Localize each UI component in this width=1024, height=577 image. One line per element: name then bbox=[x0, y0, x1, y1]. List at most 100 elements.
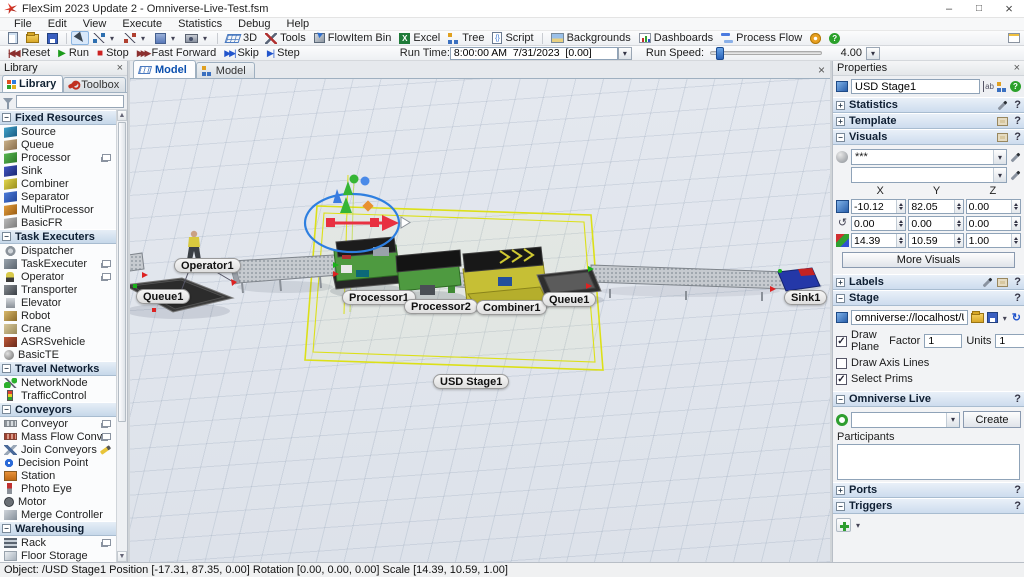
open-model-button[interactable] bbox=[22, 31, 43, 45]
session-combo[interactable] bbox=[851, 412, 960, 428]
library-item-trafficcontrol[interactable]: TrafficControl bbox=[0, 389, 116, 402]
scroll-down-icon[interactable] bbox=[117, 551, 127, 562]
scale-z-stepper[interactable] bbox=[966, 233, 1021, 248]
factor-input[interactable] bbox=[924, 334, 962, 348]
section-omniverse-live[interactable]: Omniverse Live bbox=[833, 391, 1024, 407]
collapse-icon[interactable] bbox=[836, 294, 845, 303]
help-icon[interactable] bbox=[1014, 276, 1021, 288]
label-processor2[interactable]: Processor2 bbox=[404, 299, 478, 314]
library-section-fixed-resources[interactable]: Fixed Resources bbox=[0, 110, 116, 125]
slider-thumb[interactable] bbox=[716, 47, 724, 60]
crate-icon[interactable] bbox=[997, 133, 1008, 142]
step-button[interactable]: Step bbox=[263, 46, 304, 60]
connect-center-ports-button[interactable] bbox=[120, 31, 151, 45]
library-item-elevator[interactable]: Elevator bbox=[0, 296, 116, 309]
paint-color-button[interactable] bbox=[151, 31, 181, 45]
create-session-button[interactable]: Create bbox=[963, 411, 1021, 428]
library-item-operator[interactable]: Operator bbox=[0, 270, 116, 283]
section-triggers[interactable]: Triggers bbox=[833, 498, 1024, 514]
expand-icon[interactable] bbox=[836, 117, 845, 126]
library-item-processor[interactable]: Processor bbox=[0, 151, 116, 164]
tree-button[interactable]: Tree bbox=[444, 31, 488, 45]
library-item-floor-storage[interactable]: Floor Storage bbox=[0, 549, 116, 562]
library-section-conveyors[interactable]: Conveyors bbox=[0, 402, 116, 417]
save-model-button[interactable] bbox=[43, 31, 62, 45]
section-stage[interactable]: Stage bbox=[833, 290, 1024, 306]
menu-edit[interactable]: Edit bbox=[40, 18, 75, 30]
script-button[interactable]: Script bbox=[488, 31, 537, 45]
expand-icon[interactable] bbox=[836, 486, 845, 495]
library-item-queue[interactable]: Queue bbox=[0, 138, 116, 151]
chevron-down-icon[interactable] bbox=[993, 150, 1006, 164]
section-ports[interactable]: Ports bbox=[833, 482, 1024, 498]
library-item-rack[interactable]: Rack bbox=[0, 536, 116, 549]
settings-button[interactable] bbox=[806, 31, 825, 45]
dropdown-arrow-icon[interactable] bbox=[108, 32, 116, 44]
help-button[interactable] bbox=[825, 31, 844, 45]
minimize-button[interactable] bbox=[934, 0, 964, 17]
dashboards-button[interactable]: Dashboards bbox=[635, 31, 717, 45]
3d-viewport[interactable]: Queue1 Operator1 Processor1 Processor2 C… bbox=[130, 79, 830, 562]
collapse-icon[interactable] bbox=[2, 364, 11, 373]
library-item-crane[interactable]: Crane bbox=[0, 322, 116, 335]
flowitem-bin-button[interactable]: FlowItem Bin bbox=[310, 31, 396, 45]
section-labels[interactable]: Labels bbox=[833, 274, 1024, 290]
conveyor-stub-object[interactable] bbox=[130, 253, 148, 278]
collapse-icon[interactable] bbox=[2, 113, 11, 122]
rotation-z-stepper[interactable] bbox=[966, 216, 1021, 231]
collapse-icon[interactable] bbox=[2, 405, 11, 414]
rename-icon[interactable] bbox=[983, 81, 994, 92]
eyedropper-icon[interactable] bbox=[1011, 170, 1021, 180]
library-item-dispatcher[interactable]: Dispatcher bbox=[0, 244, 116, 257]
maximize-button[interactable] bbox=[964, 0, 994, 17]
run-button[interactable]: Run bbox=[54, 46, 93, 60]
library-item-combiner[interactable]: Combiner bbox=[0, 177, 116, 190]
chevron-down-icon[interactable] bbox=[946, 413, 959, 427]
collapse-icon[interactable] bbox=[836, 395, 845, 404]
library-item-photo-eye[interactable]: Photo Eye bbox=[0, 482, 116, 495]
collapse-icon[interactable] bbox=[2, 524, 11, 533]
help-icon[interactable] bbox=[1014, 393, 1021, 405]
run-speed-dropdown[interactable] bbox=[866, 47, 880, 60]
stop-button[interactable]: Stop bbox=[93, 46, 133, 60]
label-usd-stage1[interactable]: USD Stage1 bbox=[433, 374, 509, 389]
color-combo[interactable] bbox=[851, 167, 1007, 183]
label-operator1[interactable]: Operator1 bbox=[174, 258, 241, 273]
library-section-travel-networks[interactable]: Travel Networks bbox=[0, 361, 116, 376]
participants-list[interactable] bbox=[837, 444, 1020, 480]
library-item-merge-controller[interactable]: Merge Controller bbox=[0, 508, 116, 521]
section-template[interactable]: Template bbox=[833, 113, 1024, 129]
tab-library[interactable]: Library bbox=[2, 75, 63, 92]
close-icon[interactable] bbox=[1014, 62, 1020, 74]
select-prims-checkbox[interactable] bbox=[836, 374, 847, 385]
library-section-task-executers[interactable]: Task Executers bbox=[0, 229, 116, 244]
3d-scene[interactable] bbox=[130, 79, 830, 562]
fast-forward-button[interactable]: Fast Forward bbox=[133, 46, 221, 60]
3d-view-button[interactable]: 3D bbox=[222, 31, 261, 45]
scale-y-stepper[interactable] bbox=[908, 233, 963, 248]
help-icon[interactable] bbox=[1010, 81, 1021, 92]
more-visuals-button[interactable]: More Visuals bbox=[842, 252, 1015, 268]
dropdown-arrow-icon[interactable] bbox=[169, 32, 177, 44]
crate-icon[interactable] bbox=[997, 117, 1008, 126]
skip-button[interactable]: Skip bbox=[220, 46, 263, 60]
library-item-robot[interactable]: Robot bbox=[0, 309, 116, 322]
library-item-join-conveyors[interactable]: Join Conveyors bbox=[0, 443, 116, 456]
close-view-icon[interactable] bbox=[818, 63, 825, 77]
help-icon[interactable] bbox=[1014, 500, 1021, 512]
close-icon[interactable] bbox=[117, 62, 123, 74]
label-combiner1[interactable]: Combiner1 bbox=[476, 300, 547, 315]
library-scrollbar[interactable] bbox=[116, 110, 127, 562]
menu-debug[interactable]: Debug bbox=[230, 18, 278, 30]
scale-x-stepper[interactable] bbox=[851, 233, 906, 248]
spinner-arrows-icon[interactable] bbox=[954, 200, 963, 213]
spinner-arrows-icon[interactable] bbox=[896, 217, 905, 230]
process-flow-button[interactable]: Process Flow bbox=[717, 31, 806, 45]
help-icon[interactable] bbox=[1014, 484, 1021, 496]
pin-icon[interactable] bbox=[983, 277, 993, 287]
dropdown-arrow-icon[interactable] bbox=[139, 32, 147, 44]
collapse-icon[interactable] bbox=[2, 232, 11, 241]
section-visuals[interactable]: Visuals bbox=[833, 129, 1024, 145]
chevron-down-icon[interactable] bbox=[993, 168, 1006, 182]
label-queue1-right[interactable]: Queue1 bbox=[542, 292, 596, 307]
